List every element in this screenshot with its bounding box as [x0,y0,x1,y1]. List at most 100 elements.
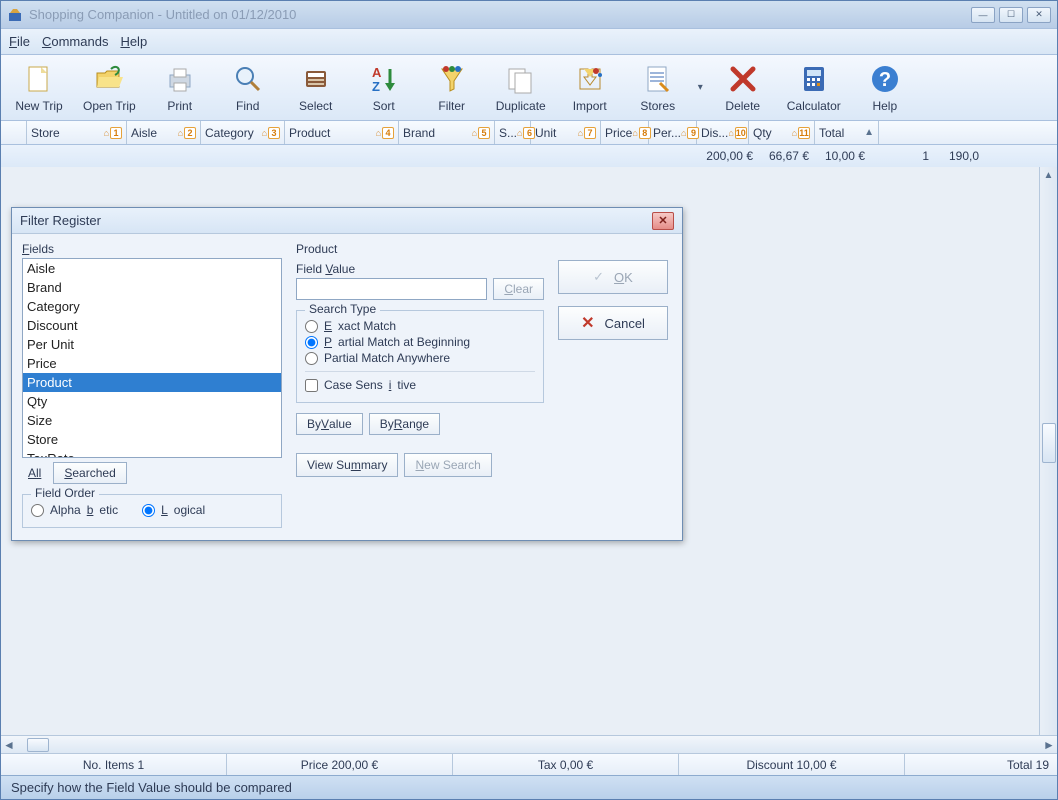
new-search-button[interactable]: New Search [404,453,491,477]
tool-delete[interactable]: Delete [713,58,773,118]
menubar: File Commands Help [1,29,1057,55]
home-icon: ⌂ [178,128,183,138]
search-partial-begin[interactable]: Partial Match at Beginning [305,335,535,349]
column-category[interactable]: Category⌂3 [201,121,285,144]
tool-duplicate[interactable]: Duplicate [490,58,552,118]
by-range-tab[interactable]: By Range [369,413,440,435]
tool-help[interactable]: ? Help [855,58,915,118]
field-value-input[interactable] [296,278,487,300]
duplicate-icon [505,63,537,95]
ok-button[interactable]: ✓ OK [558,260,668,294]
tool-sort[interactable]: AZ Sort [354,58,414,118]
tool-print[interactable]: Print [150,58,210,118]
tool-import[interactable]: Import [560,58,620,118]
summary-total: Total 19 [905,754,1057,775]
scroll-h-thumb[interactable] [27,738,49,752]
tool-label: Calculator [787,99,841,113]
all-button[interactable]: All [22,462,47,484]
search-partial-any[interactable]: Partial Match Anywhere [305,351,535,365]
tool-label: Stores [640,99,675,113]
column-store[interactable]: Store⌂1 [27,121,127,144]
summary-row: No. Items 1 Price 200,00 € Tax 0,00 € Di… [1,753,1057,775]
field-item-product[interactable]: Product [23,373,281,392]
field-item-discount[interactable]: Discount [23,316,281,335]
tool-calculator[interactable]: Calculator [781,58,847,118]
column-total[interactable]: Total▲ [815,121,879,144]
search-exact[interactable]: Exact Match [305,319,535,333]
home-icon: ⌂ [517,128,522,138]
tool-select[interactable]: Select [286,58,346,118]
menu-file[interactable]: File [9,34,30,49]
cell-price: 200,00 € [697,149,757,163]
scroll-right-arrow[interactable]: ► [1041,737,1057,753]
select-icon [300,63,332,95]
scroll-left-arrow[interactable]: ◄ [1,737,17,753]
tool-label: Delete [725,99,760,113]
menu-commands[interactable]: Commands [42,34,108,49]
tool-filter[interactable]: Filter [422,58,482,118]
field-item-taxrate[interactable]: TaxRate [23,449,281,458]
home-icon: ⌂ [578,128,583,138]
tool-new-trip[interactable]: New Trip [9,58,69,118]
data-row[interactable]: 200,00 € 66,67 € 10,00 € 1 190,0 [1,145,1057,167]
view-summary-button[interactable]: View Summary [296,453,398,477]
home-icon: ⌂ [681,128,686,138]
tool-label: Sort [373,99,395,113]
scroll-thumb[interactable] [1042,423,1056,463]
home-icon: ⌂ [792,128,797,138]
row-selector-header[interactable] [1,121,27,144]
field-item-size[interactable]: Size [23,411,281,430]
field-item-price[interactable]: Price [23,354,281,373]
searched-button[interactable]: Searched [53,462,126,484]
column-product[interactable]: Product⌂4 [285,121,399,144]
by-value-tab[interactable]: By Value [296,413,363,435]
field-item-perunit[interactable]: Per Unit [23,335,281,354]
dialog-titlebar[interactable]: Filter Register ✕ [12,208,682,234]
stores-dropdown-arrow[interactable]: ▾ [696,82,705,93]
dialog-close-button[interactable]: ✕ [652,212,674,230]
column-dis[interactable]: Dis...⌂10 [697,121,749,144]
close-button[interactable]: ✕ [1027,7,1051,23]
summary-items: No. Items 1 [1,754,227,775]
case-sensitive-check[interactable]: Case Sensitive [305,378,535,392]
tool-label: Open Trip [83,99,136,113]
column-brand[interactable]: Brand⌂5 [399,121,495,144]
home-icon: ⌂ [632,128,637,138]
column-unit[interactable]: Unit⌂7 [531,121,601,144]
cancel-button[interactable]: ✕ Cancel [558,306,668,340]
clear-button[interactable]: Clear [493,278,544,300]
tool-label: Help [872,99,897,113]
column-aisle[interactable]: Aisle⌂2 [127,121,201,144]
field-order-alphabetic[interactable]: Alphabetic [31,503,118,517]
print-icon [164,63,196,95]
column-qty[interactable]: Qty⌂11 [749,121,815,144]
field-item-store[interactable]: Store [23,430,281,449]
tool-open-trip[interactable]: Open Trip [77,58,142,118]
tool-label: Find [236,99,259,113]
field-item-category[interactable]: Category [23,297,281,316]
field-order-logical[interactable]: Logical [142,503,205,517]
vertical-scrollbar[interactable]: ▲ [1039,167,1057,735]
import-icon [574,63,606,95]
help-icon: ? [869,63,901,95]
menu-help[interactable]: Help [120,34,147,49]
column-per[interactable]: Per...⌂9 [649,121,697,144]
column-s[interactable]: S...⌂6 [495,121,531,144]
tool-find[interactable]: Find [218,58,278,118]
calculator-icon [798,63,830,95]
field-item-brand[interactable]: Brand [23,278,281,297]
fields-listbox[interactable]: AisleBrandCategoryDiscountPer UnitPriceP… [22,258,282,458]
minimize-button[interactable]: — [971,7,995,23]
grid-area: ▲ Filter Register ✕ Fields AisleBrandCat… [1,167,1057,735]
scroll-up-arrow[interactable]: ▲ [1040,167,1057,183]
field-item-qty[interactable]: Qty [23,392,281,411]
tool-label: Print [167,99,192,113]
tool-stores[interactable]: Stores [628,58,688,118]
toolbar: New Trip Open Trip Print Find Select AZ Sort Fi… [1,55,1057,121]
sort-icon: AZ [368,63,400,95]
field-item-aisle[interactable]: Aisle [23,259,281,278]
x-icon: ✕ [581,313,594,333]
column-price[interactable]: Price⌂8 [601,121,649,144]
horizontal-scrollbar[interactable]: ◄ ► [1,735,1057,753]
maximize-button[interactable]: ☐ [999,7,1023,23]
